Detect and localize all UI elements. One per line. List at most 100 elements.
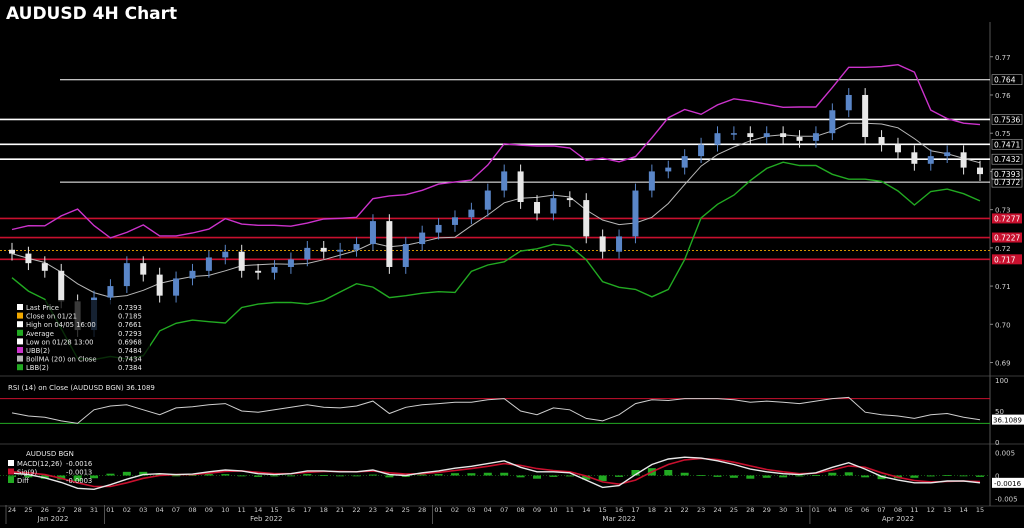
date-tick-label: 23 — [697, 506, 705, 514]
candle — [714, 133, 721, 145]
date-tick-label: 03 — [467, 506, 475, 514]
legend-swatch — [17, 321, 23, 328]
candle — [730, 133, 737, 135]
candle — [550, 198, 557, 214]
date-tick-label: 04 — [828, 506, 836, 514]
candle — [845, 94, 852, 111]
macd-diff-bar — [615, 475, 624, 477]
date-tick-label: 12 — [927, 506, 935, 514]
level-label: 0.7372 — [994, 178, 1020, 187]
price-tick-label: 0.70 — [995, 321, 1011, 329]
date-tick-label: 03 — [139, 506, 147, 514]
date-tick-label: 09 — [533, 506, 541, 514]
date-tick-label: 07 — [877, 506, 885, 514]
candle — [25, 253, 32, 264]
date-tick-label: 21 — [336, 506, 344, 514]
month-label: Feb 2022 — [250, 515, 282, 523]
price-legend: Last Price 0.7393 Close on 01/21 0.7185 High… — [14, 300, 150, 374]
candle — [894, 144, 901, 153]
date-tick-label: 07 — [172, 506, 180, 514]
date-tick-label: 11 — [238, 506, 246, 514]
macd-diff-bar — [418, 474, 427, 476]
price-tick-label: 0.75 — [995, 130, 1011, 138]
legend-label: BollMA (20) on Close — [26, 356, 97, 364]
macd-diff-bar — [795, 475, 804, 477]
date-tick-label: 11 — [910, 506, 918, 514]
date-tick-label: 01 — [812, 506, 820, 514]
date-tick-label: 08 — [188, 506, 196, 514]
date-tick-label: 05 — [845, 506, 853, 514]
candle — [927, 156, 934, 164]
macd-diff-bar — [319, 475, 328, 476]
macd-legend-value: -0.0003 — [66, 477, 92, 485]
macd-diff-bar — [368, 474, 377, 476]
date-tick-label: 15 — [599, 506, 607, 514]
candle — [419, 232, 426, 245]
candle — [911, 152, 918, 164]
date-tick-label: 23 — [369, 506, 377, 514]
macd-diff-bar — [286, 475, 295, 477]
candle — [517, 171, 524, 202]
date-tick-label: 31 — [90, 506, 98, 514]
date-tick-label: 22 — [352, 506, 360, 514]
candle — [747, 133, 754, 138]
date-tick-label: 29 — [763, 506, 771, 514]
date-tick-label: 26 — [41, 506, 49, 514]
date-tick-label: 04 — [156, 506, 164, 514]
date-tick-label: 10 — [221, 506, 229, 514]
last-price-label: 0.7393 — [994, 170, 1020, 179]
date-tick-label: 15 — [976, 506, 984, 514]
price-tick-label: 0.72 — [995, 245, 1011, 253]
candle — [665, 167, 672, 172]
macd-diff-bar — [237, 475, 246, 477]
macd-legend-swatch — [8, 468, 14, 475]
candle — [468, 209, 475, 218]
candle — [369, 221, 376, 245]
date-tick-label: 07 — [500, 506, 508, 514]
macd-diff-bar — [270, 475, 279, 477]
price-tick-label: 0.69 — [995, 360, 1011, 368]
macd-diff-bar — [713, 475, 722, 477]
macd-diff-bar — [746, 475, 755, 479]
macd-legend-swatch — [8, 477, 14, 483]
level-label: 0.7227 — [994, 234, 1020, 243]
level-label: 0.7432 — [994, 155, 1020, 164]
date-tick-label: 06 — [861, 506, 869, 514]
candle — [402, 244, 409, 267]
candle — [189, 270, 196, 279]
candle — [599, 236, 606, 252]
candle — [960, 152, 967, 168]
date-tick-label: 09 — [205, 506, 213, 514]
macd-diff-bar — [811, 475, 820, 476]
candle — [353, 244, 360, 250]
candle — [944, 152, 951, 157]
date-tick-label: 25 — [730, 506, 738, 514]
macd-header: AUDUSD BGN — [26, 450, 74, 458]
month-label: Jan 2022 — [37, 515, 69, 523]
legend-label: Last Price — [26, 304, 59, 312]
date-tick-label: 17 — [631, 506, 639, 514]
macd-diff-bar — [221, 474, 230, 476]
legend-swatch — [17, 364, 23, 371]
macd-diff-bar — [352, 475, 361, 477]
candle — [107, 286, 114, 298]
legend-label: LBB(2) — [26, 364, 49, 372]
legend-label: UBB(2) — [26, 347, 50, 355]
legend-value: 0.7661 — [118, 321, 142, 329]
date-tick-label: 28 — [418, 506, 426, 514]
macd-diff-bar — [680, 472, 689, 476]
macd-diff-bar — [861, 475, 870, 478]
date-tick-label: 02 — [451, 506, 459, 514]
macd-diff-bar — [828, 472, 837, 476]
legend-swatch — [17, 312, 23, 319]
macd-diff-bar — [549, 475, 558, 477]
candle — [780, 133, 787, 138]
candle — [238, 251, 245, 271]
macd-diff-bar — [959, 475, 968, 477]
macd-diff-bar — [467, 473, 476, 476]
candle — [123, 263, 130, 287]
date-tick-label: 16 — [615, 506, 623, 514]
candle — [616, 236, 623, 252]
date-tick-label: 14 — [254, 506, 262, 514]
date-tick-label: 16 — [287, 506, 295, 514]
